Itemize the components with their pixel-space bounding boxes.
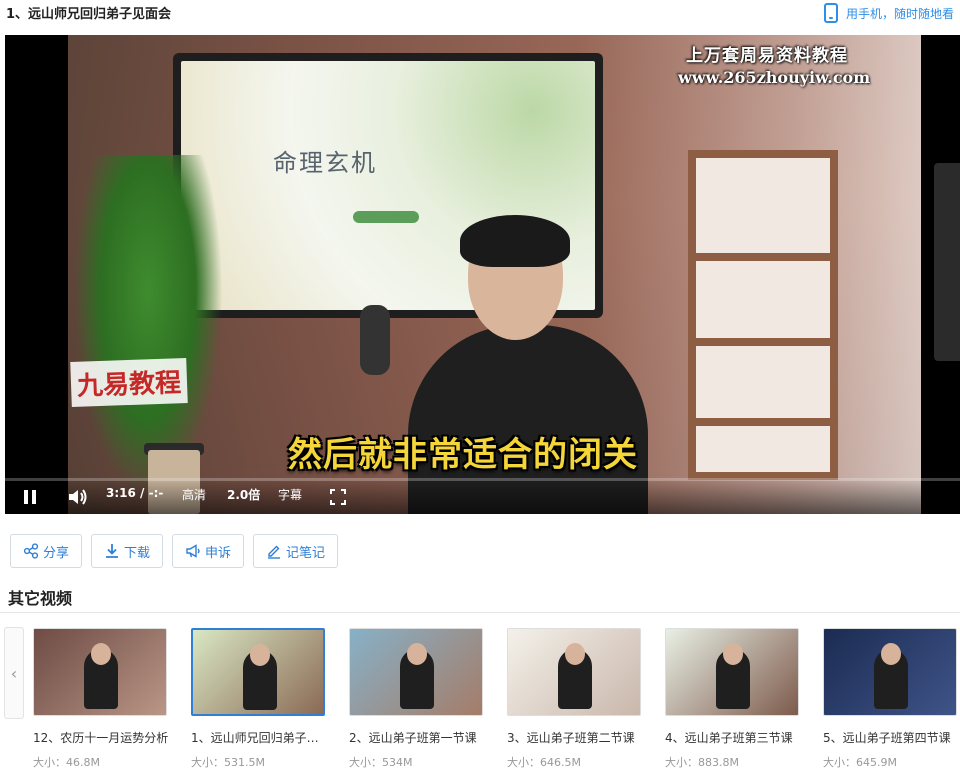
video-thumbnail[interactable]	[507, 628, 641, 716]
video-caption[interactable]: 12、农历十一月运势分析	[33, 729, 169, 746]
page-title: 1、远山师兄回归弟子见面会	[6, 7, 172, 22]
watermark-line2: www.265zhouyiw.com	[678, 68, 871, 87]
mobile-watch-link[interactable]: 用手机，随时随地看	[824, 0, 954, 26]
video-thumbnail[interactable]	[823, 628, 957, 716]
carousel-prev-button[interactable]: ‹	[4, 627, 24, 719]
video-shelf	[688, 150, 838, 480]
top-bar: 1、远山师兄回归弟子见面会 用手机，随时随地看	[0, 0, 960, 30]
download-label: 下载	[124, 545, 151, 561]
share-label: 分享	[43, 545, 70, 561]
video-card[interactable]: 3、远山弟子班第二节课 大小：646.5M	[507, 628, 647, 770]
appeal-button[interactable]: 申诉	[172, 534, 245, 568]
share-icon	[23, 543, 39, 559]
download-button[interactable]: 下载	[91, 534, 164, 568]
mobile-watch-label: 用手机，随时随地看	[846, 6, 955, 21]
video-subtitle: 然后就非常适合的闭关	[288, 435, 638, 475]
side-panel-tab[interactable]	[934, 163, 960, 361]
video-caption[interactable]: 3、远山弟子班第二节课	[507, 729, 643, 746]
video-thumbnail[interactable]	[33, 628, 167, 716]
video-thumbnail[interactable]	[191, 628, 325, 716]
video-player[interactable]: 命理玄机 上万套周易资料教程 www.265zhouyiw.com 九易教程 然…	[5, 35, 960, 514]
video-frame[interactable]: 命理玄机 上万套周易资料教程 www.265zhouyiw.com 九易教程 然…	[68, 35, 921, 514]
section-divider	[0, 612, 960, 613]
appeal-label: 申诉	[205, 545, 232, 561]
video-size: 大小：883.8M	[665, 756, 739, 769]
phone-icon	[824, 3, 838, 23]
video-microphone	[360, 305, 390, 375]
share-button[interactable]: 分享	[10, 534, 83, 568]
current-time: 3:16 / -:-	[106, 486, 163, 500]
edit-icon	[268, 545, 281, 559]
video-thumbnail[interactable]	[665, 628, 799, 716]
other-videos-title: 其它视频	[8, 589, 73, 608]
video-caption[interactable]: 5、远山弟子班第四节课	[823, 729, 959, 746]
video-size: 大小：645.9M	[823, 756, 897, 769]
watermark-line1: 上万套周易资料教程	[686, 46, 848, 66]
video-size: 大小：46.8M	[33, 756, 100, 769]
fullscreen-icon[interactable]	[330, 489, 346, 505]
video-card-active[interactable]: 1、远山师兄回归弟子见面会 大小：531.5M	[191, 628, 331, 770]
video-size: 大小：646.5M	[507, 756, 581, 769]
captions-button[interactable]: 字幕	[278, 486, 302, 503]
progress-bar[interactable]	[5, 478, 960, 481]
video-card[interactable]: 5、远山弟子班第四节课 大小：645.9M	[823, 628, 960, 770]
megaphone-icon	[186, 544, 200, 558]
video-caption[interactable]: 2、远山弟子班第一节课	[349, 729, 485, 746]
take-notes-button[interactable]: 记笔记	[253, 534, 339, 568]
duration: -:-	[148, 486, 164, 500]
video-size: 大小：531.5M	[191, 756, 265, 769]
volume-icon[interactable]	[67, 488, 89, 506]
chevron-left-icon: ‹	[10, 663, 18, 683]
video-card[interactable]: 4、远山弟子班第三节课 大小：883.8M	[665, 628, 805, 770]
player-controls: 3:16 / -:- 高清 2.0倍 字幕	[5, 478, 960, 514]
quality-button[interactable]: 高清	[182, 486, 206, 503]
video-thumbnail[interactable]	[349, 628, 483, 716]
video-card[interactable]: 12、农历十一月运势分析 大小：46.8M	[33, 628, 173, 770]
video-caption[interactable]: 4、远山弟子班第三节课	[665, 729, 801, 746]
video-tv-text: 命理玄机	[273, 149, 377, 177]
speed-button[interactable]: 2.0倍	[227, 486, 260, 503]
pause-icon[interactable]	[24, 490, 36, 504]
brand-badge: 九易教程	[70, 357, 188, 408]
action-bar: 分享 下载 申诉 记笔记	[10, 534, 339, 568]
take-notes-label: 记笔记	[286, 545, 326, 561]
video-size: 大小：534M	[349, 756, 413, 769]
download-icon	[106, 544, 119, 558]
video-watermark: 上万套周易资料教程 www.265zhouyiw.com	[678, 41, 870, 87]
video-card[interactable]: 2、远山弟子班第一节课 大小：534M	[349, 628, 489, 770]
current-time-value: 3:16	[106, 486, 136, 500]
time-separator: /	[140, 486, 145, 500]
video-caption[interactable]: 1、远山师兄回归弟子见面会	[191, 729, 327, 746]
